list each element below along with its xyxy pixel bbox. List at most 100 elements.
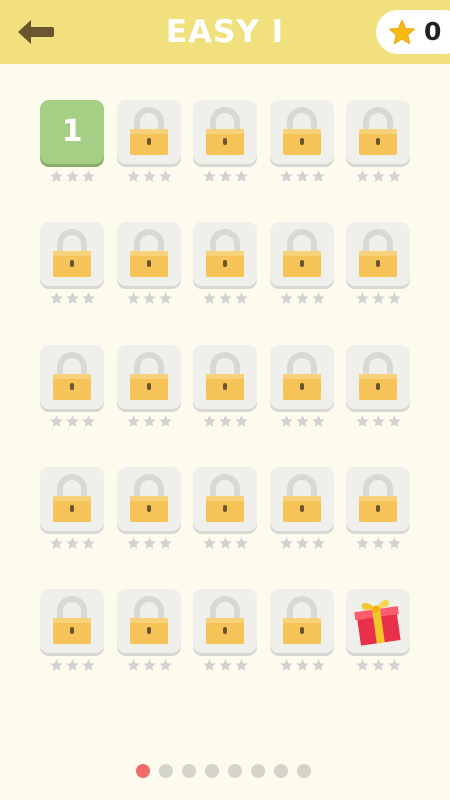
level-star-rating [270,536,334,552]
star-rating-icon [295,292,309,304]
page-dot[interactable] [205,764,219,778]
level-star-rating [270,658,334,674]
star-rating-icon [355,537,369,549]
level-star-rating [270,291,334,307]
level-cell [193,467,257,557]
level-cell [117,222,181,312]
page-dot[interactable] [159,764,173,778]
padlock-icon [283,474,321,522]
page-dot[interactable] [182,764,196,778]
star-rating-icon [371,537,385,549]
level-star-rating [40,169,104,185]
star-rating-icon [65,537,79,549]
level-button-locked[interactable] [117,589,181,653]
level-cell [346,467,410,557]
page-indicator [136,764,311,778]
padlock-icon [283,596,321,644]
level-star-rating [193,169,257,185]
level-star-rating [346,414,410,430]
star-rating-icon [311,170,325,182]
page-dot-active[interactable] [136,764,150,778]
level-button-locked[interactable] [117,222,181,286]
level-cell [193,589,257,679]
star-rating-icon [126,415,140,427]
star-rating-icon [81,170,95,182]
star-rating-icon [371,659,385,671]
page-dot[interactable] [274,764,288,778]
level-button-locked[interactable] [346,467,410,531]
level-star-rating [117,291,181,307]
star-rating-icon [279,170,293,182]
star-rating-icon [49,659,63,671]
star-rating-icon [81,537,95,549]
level-star-rating [270,414,334,430]
padlock-icon [130,229,168,277]
level-button-locked[interactable] [40,589,104,653]
level-button-locked[interactable] [193,100,257,164]
level-star-rating [40,291,104,307]
padlock-icon [53,474,91,522]
padlock-icon [53,229,91,277]
star-rating-icon [126,659,140,671]
level-cell [346,100,410,190]
star-rating-icon [311,415,325,427]
star-rating-icon [279,292,293,304]
star-rating-icon [295,659,309,671]
level-button-locked[interactable] [270,100,334,164]
padlock-icon [359,474,397,522]
level-button-locked[interactable] [40,345,104,409]
star-rating-icon [202,292,216,304]
star-rating-icon [158,292,172,304]
star-rating-icon [81,659,95,671]
level-button-locked[interactable] [270,467,334,531]
star-rating-icon [387,292,401,304]
level-cell [40,222,104,312]
level-button-locked[interactable] [346,100,410,164]
level-star-rating [117,658,181,674]
level-button-locked[interactable] [346,345,410,409]
star-rating-icon [158,415,172,427]
level-button-locked[interactable] [193,345,257,409]
page-dot[interactable] [297,764,311,778]
padlock-icon [206,596,244,644]
level-button-unlocked[interactable]: 1 [40,100,104,164]
level-button-locked[interactable] [270,345,334,409]
level-button-locked[interactable] [193,222,257,286]
star-rating-icon [279,659,293,671]
star-rating-icon [202,170,216,182]
star-rating-icon [202,537,216,549]
star-rating-icon [234,659,248,671]
gift-box-icon [354,600,401,646]
star-rating-icon [387,415,401,427]
level-button-locked[interactable] [346,222,410,286]
level-button-locked[interactable] [117,345,181,409]
level-button-locked[interactable] [117,467,181,531]
star-rating-icon [387,659,401,671]
page-dot[interactable] [228,764,242,778]
star-rating-icon [142,659,156,671]
page-dot[interactable] [251,764,265,778]
level-star-rating [117,536,181,552]
level-button-locked[interactable] [117,100,181,164]
padlock-icon [283,229,321,277]
star-rating-icon [355,659,369,671]
level-cell [117,589,181,679]
level-button-locked[interactable] [193,467,257,531]
level-button-locked[interactable] [40,467,104,531]
level-button-locked[interactable] [270,589,334,653]
level-cell: 1 [40,100,104,190]
level-button-locked[interactable] [40,222,104,286]
star-rating-icon [158,537,172,549]
padlock-icon [53,352,91,400]
level-cell [117,345,181,435]
star-rating-icon [279,537,293,549]
star-rating-icon [355,170,369,182]
level-button-locked[interactable] [270,222,334,286]
bonus-gift-button[interactable] [346,589,410,653]
padlock-icon [53,596,91,644]
star-rating-icon [234,292,248,304]
level-button-locked[interactable] [193,589,257,653]
star-rating-icon [295,170,309,182]
star-rating-icon [311,537,325,549]
level-cell [117,100,181,190]
